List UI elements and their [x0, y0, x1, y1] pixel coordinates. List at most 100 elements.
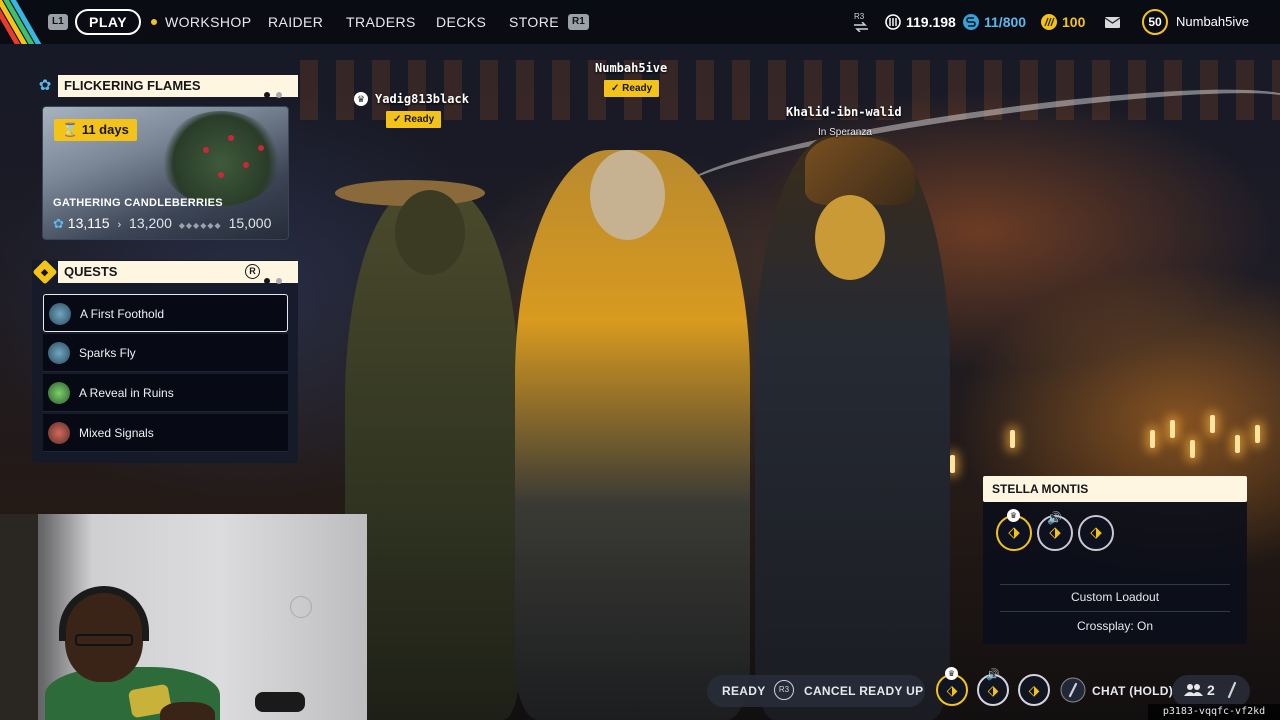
berry	[243, 162, 249, 168]
player-name-2: Numbah5ive	[595, 61, 668, 75]
tab-decks[interactable]: DECKS	[436, 14, 486, 30]
cancel-ready-up-button[interactable]: CANCEL READY UP	[804, 684, 923, 698]
crown-icon: ♛	[945, 667, 958, 680]
r3-button-hint: R3	[854, 12, 865, 21]
l1-button-hint: L1	[48, 14, 68, 30]
quest-giver-avatar-icon	[48, 342, 70, 364]
webcam-overlay	[0, 514, 367, 720]
username-label[interactable]: Numbah5ive	[1176, 14, 1249, 29]
candle	[1170, 420, 1175, 438]
berry	[258, 145, 264, 151]
party-members-icon	[1184, 684, 1203, 696]
player-name-1: Yadig813black	[375, 92, 469, 106]
candleberry-tree-image	[161, 111, 281, 206]
top-navigation-bar: L1 PLAY WORKSHOP RAIDER TRADERS DECKS ST…	[0, 0, 1280, 44]
chevron-right-icon: ›	[117, 219, 122, 231]
berry	[203, 147, 209, 153]
raider-head	[395, 190, 465, 275]
player-name-3: Khalid-ibn-walid	[786, 105, 902, 119]
player-level-badge: 50	[1142, 9, 1168, 35]
speaker-icon: 🔊	[986, 669, 1000, 681]
gear-icon: ✿	[53, 216, 64, 231]
credits-amount: 119.198	[906, 14, 956, 30]
candle	[1150, 430, 1155, 448]
stick-button-icon	[1227, 681, 1237, 699]
quest-giver-avatar-icon	[49, 303, 71, 325]
streamer	[45, 586, 220, 720]
streamer-hand	[160, 702, 215, 720]
crown-icon: ♛	[1007, 509, 1020, 522]
ready-status-tag-2: ✓ Ready	[604, 80, 660, 97]
chat-button-icon[interactable]	[1060, 676, 1086, 704]
ready-button[interactable]: READY	[722, 684, 766, 698]
event-panel-header: FLICKERING FLAMES	[58, 75, 298, 98]
candle	[1210, 415, 1215, 433]
raider-coin-icon	[1041, 14, 1057, 30]
webcam-shelf	[0, 514, 38, 720]
checkmark-icon: ✓	[393, 114, 402, 125]
map-card-header: STELLA MONTIS	[983, 476, 1247, 502]
event-objective-title: GATHERING CANDLEBERRIES	[53, 197, 223, 209]
brand-stripes-logo	[0, 0, 42, 44]
custom-loadout-label[interactable]: Custom Loadout	[983, 590, 1247, 604]
event-progress: ✿ 13,115 › 13,200 ◆◆◆◆◆◆ 15,000	[53, 215, 271, 232]
candle	[1010, 430, 1015, 448]
quest-giver-avatar-icon	[48, 382, 70, 404]
event-card[interactable]: ⌛ 11 days GATHERING CANDLEBERRIES ✿ 13,1…	[42, 106, 289, 240]
coin-amount: 100	[1062, 14, 1086, 30]
pager-dot-active	[264, 278, 270, 284]
event-title: FLICKERING FLAMES	[64, 78, 201, 93]
ready-status-label: Ready	[622, 83, 653, 94]
tab-raider[interactable]: RAIDER	[268, 14, 323, 30]
candle	[1255, 425, 1260, 443]
tab-store[interactable]: STORE	[509, 14, 559, 30]
candle	[950, 455, 955, 473]
raider-head	[590, 150, 665, 240]
quest-item-mixed-signals[interactable]: Mixed Signals	[43, 414, 288, 452]
mouse-device	[255, 692, 305, 712]
r1-button-hint: R1	[568, 14, 589, 30]
event-timer: ⌛ 11 days	[54, 119, 137, 141]
quest-giver-avatar-icon	[48, 422, 70, 444]
quest-item-a-reveal-in-ruins[interactable]: A Reveal in Ruins	[43, 374, 288, 412]
quest-label: Mixed Signals	[79, 426, 154, 440]
mail-icon[interactable]	[1104, 15, 1121, 29]
tab-traders[interactable]: TRADERS	[346, 14, 416, 30]
lobby-session-code: p3183-vqqfc-vf2kd	[1148, 704, 1280, 720]
progress-next: 13,200	[129, 215, 172, 231]
berry	[228, 135, 234, 141]
berry	[218, 172, 224, 178]
raider-character-center	[515, 150, 750, 720]
quest-label: A First Foothold	[80, 307, 165, 321]
crossplay-status: Crossplay: On	[1076, 619, 1154, 633]
raider-character-left	[335, 180, 520, 720]
play-tab[interactable]: PLAY	[75, 9, 142, 35]
event-timer-label: 11 days	[81, 122, 129, 137]
party-count: 2	[1207, 682, 1216, 698]
tab-workshop[interactable]: WORKSHOP	[165, 14, 251, 30]
wall-fixture	[290, 596, 312, 618]
quest-item-a-first-foothold[interactable]: A First Foothold	[43, 294, 288, 332]
r3-button-hint: R3	[774, 680, 794, 700]
quest-label: A Reveal in Ruins	[79, 386, 174, 400]
raider-head	[815, 195, 885, 280]
divider	[1000, 611, 1230, 612]
ready-status-label: Ready	[404, 114, 435, 125]
augment-slot-icon[interactable]: ⬗	[1078, 515, 1114, 551]
progress-current: 13,115	[67, 215, 110, 231]
hourglass-icon: ⌛	[62, 122, 79, 137]
headphones	[59, 586, 149, 641]
gear-flower-event-icon: ✿	[38, 77, 52, 94]
glasses	[75, 634, 133, 646]
chat-hold-label: CHAT (HOLD)	[1092, 684, 1174, 698]
notification-dot	[151, 19, 157, 25]
raider-character-right	[755, 135, 950, 720]
player-location-status: In Speranza	[818, 127, 872, 138]
quest-item-sparks-fly[interactable]: Sparks Fly	[43, 334, 288, 372]
checkmark-icon: ✓	[611, 83, 620, 94]
candle	[1190, 440, 1195, 458]
party-member-slot-icon[interactable]: ⬗	[1018, 674, 1050, 706]
quests-pager-dots	[258, 269, 282, 291]
progress-max: 15,000	[228, 215, 272, 231]
progress-diamonds: ◆◆◆◆◆◆	[178, 221, 222, 230]
